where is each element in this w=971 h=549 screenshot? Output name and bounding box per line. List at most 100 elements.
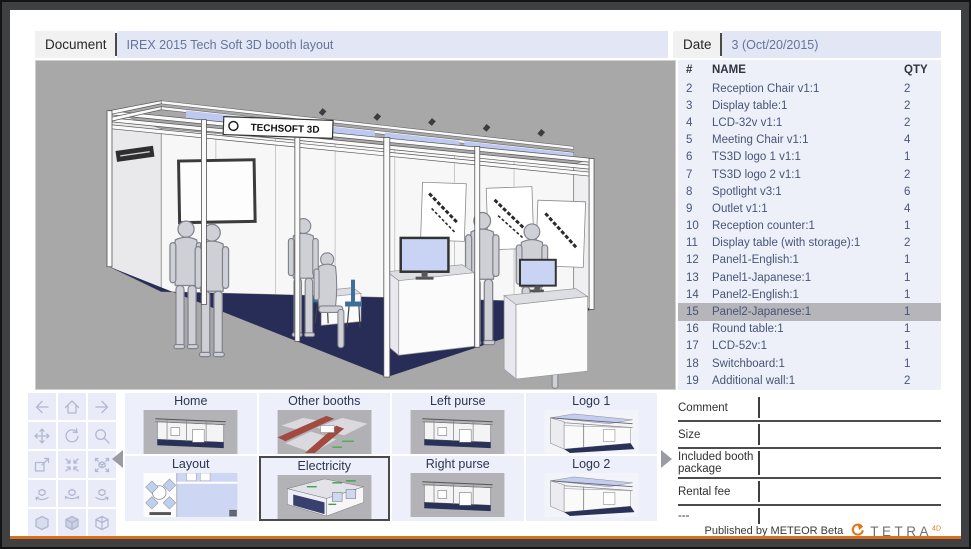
pan-button[interactable] — [28, 422, 56, 449]
part-name: Display table:1 — [712, 99, 788, 112]
form-row: Rental fee — [678, 479, 941, 506]
table-row[interactable]: 5 Meeting Chair v1:1 4 — [678, 132, 941, 149]
spin-left-button[interactable] — [28, 480, 56, 507]
part-name: Panel2-Japanese:1 — [712, 306, 812, 319]
row-number: 15 — [686, 306, 699, 319]
part-qty: 4 — [904, 202, 911, 215]
table-row[interactable]: 14 Panel2-English:1 1 — [678, 286, 941, 303]
table-row[interactable]: 6 TS3D logo 1 v1:1 1 — [678, 149, 941, 166]
zoom-window-icon — [32, 455, 52, 475]
part-qty: 2 — [904, 374, 911, 387]
part-qty: 1 — [904, 220, 911, 233]
part-qty: 6 — [904, 185, 911, 198]
row-number: 6 — [686, 151, 693, 164]
thumbnail-label: Left purse — [429, 394, 486, 408]
part-name: Spotlight v3:1 — [712, 185, 782, 198]
table-header-row: # NAME QTY — [678, 60, 941, 80]
part-qty: 2 — [904, 82, 911, 95]
table-row[interactable]: 2 Reception Chair v1:1 2 — [678, 80, 941, 97]
view-thumbnail-home[interactable]: Home — [125, 393, 257, 454]
table-row[interactable]: 8 Spotlight v3:1 6 — [678, 183, 941, 200]
form-field-value[interactable] — [758, 424, 941, 445]
form-field-value[interactable] — [758, 508, 941, 524]
table-row[interactable]: 19 Additional wall:1 2 — [678, 372, 941, 389]
part-qty: 1 — [904, 340, 911, 353]
prev-view-button[interactable] — [28, 393, 56, 420]
table-row[interactable]: 10 Reception counter:1 1 — [678, 218, 941, 235]
form-row: Comment — [678, 395, 941, 422]
part-name: Switchboard:1 — [712, 357, 785, 370]
form-field-value[interactable] — [758, 451, 941, 475]
viewport-3d[interactable]: TECHSOFT 3D — [35, 60, 676, 390]
render-solid-button[interactable] — [28, 509, 56, 536]
arrow-right-icon — [92, 397, 112, 417]
row-number: 19 — [686, 374, 699, 387]
thumbnail-label: Right purse — [425, 457, 490, 471]
date-value[interactable]: 3 (Oct/20/2015) — [721, 31, 941, 58]
table-row[interactable]: 11 Display table (with storage):1 2 — [678, 235, 941, 252]
part-qty: 1 — [904, 306, 911, 319]
view-thumbnail-right-purse[interactable]: Right purse — [392, 456, 524, 521]
part-name: Meeting Chair v1:1 — [712, 134, 809, 147]
zoom-button[interactable] — [88, 422, 116, 449]
layout-2d-thumb — [141, 473, 240, 517]
parts-table-body: 2 Reception Chair v1:1 2 3 Display table:1 2 4… — [678, 80, 941, 389]
part-qty: 2 — [904, 168, 911, 181]
table-row[interactable]: 16 Round table:1 1 — [678, 321, 941, 338]
view-thumbnail-electricity[interactable]: Electricity — [258, 456, 390, 521]
part-qty: 1 — [904, 357, 911, 370]
spin-right-button[interactable] — [88, 480, 116, 507]
document-title-value[interactable]: IREX 2015 Tech Soft 3D booth layout — [116, 31, 668, 58]
view-thumbnail-logo-2[interactable]: Logo 2 — [525, 456, 657, 521]
rotate-icon — [62, 426, 82, 446]
zoom-fit-button[interactable] — [58, 451, 86, 478]
part-qty: 1 — [904, 271, 911, 284]
table-row[interactable]: 4 LCD-32v v1:1 2 — [678, 114, 941, 131]
thumbnail-label: Electricity — [297, 459, 351, 473]
view-thumbnails: Home Other booths Left purse Logo 1 Layout El… — [125, 393, 657, 521]
table-row[interactable]: 7 TS3D logo 2 v1:1 2 — [678, 166, 941, 183]
view-thumbnail-other-booths[interactable]: Other booths — [258, 393, 390, 454]
booth-banner: TECHSOFT 3D — [222, 116, 334, 139]
table-row[interactable]: 3 Display table:1 2 — [678, 97, 941, 114]
booth-thumb — [408, 410, 507, 454]
thumbnail-label: Layout — [171, 457, 210, 471]
table-row[interactable]: 15 Panel2-Japanese:1 1 — [678, 303, 941, 321]
next-view-button[interactable] — [88, 393, 116, 420]
table-row[interactable]: 9 Outlet v1:1 4 — [678, 200, 941, 217]
table-row[interactable]: 12 Panel1-English:1 1 — [678, 252, 941, 269]
view-thumbnail-left-purse[interactable]: Left purse — [392, 393, 524, 454]
part-qty: 1 — [904, 151, 911, 164]
row-number: 11 — [686, 237, 698, 250]
thumbnail-label: Logo 2 — [572, 457, 611, 471]
booth-thumb — [141, 410, 240, 454]
cube-solid-icon — [32, 513, 52, 533]
row-number: 16 — [686, 323, 699, 336]
view-thumbnail-logo-1[interactable]: Logo 1 — [525, 393, 657, 454]
cube-wireframe-icon — [92, 513, 112, 533]
carousel-prev-arrow-icon[interactable] — [112, 450, 123, 468]
carousel-next-arrow-icon[interactable] — [661, 450, 672, 468]
part-qty: 1 — [904, 323, 911, 336]
electricity-thumb — [275, 475, 374, 519]
row-number: 9 — [686, 202, 693, 215]
render-shaded-button[interactable] — [58, 509, 86, 536]
spin-down-button[interactable] — [58, 480, 86, 507]
form-field-value[interactable] — [758, 481, 941, 502]
arrows-inward-icon — [62, 455, 82, 475]
zoom-window-button[interactable] — [28, 451, 56, 478]
date-field: Date 3 (Oct/20/2015) — [673, 31, 941, 58]
table-row[interactable]: 17 LCD-52v:1 1 — [678, 338, 941, 355]
orbit-button[interactable] — [58, 422, 86, 449]
form-field-value[interactable] — [758, 397, 941, 418]
render-wireframe-button[interactable] — [88, 509, 116, 536]
col-qty: QTY — [904, 64, 928, 76]
home-view-button[interactable] — [58, 393, 86, 420]
cube-orbit-right-icon — [92, 484, 112, 504]
table-row[interactable]: 18 Switchboard:1 1 — [678, 355, 941, 372]
part-name: Panel1-English:1 — [712, 254, 799, 267]
view-thumbnail-layout[interactable]: Layout — [125, 456, 257, 521]
row-number: 3 — [686, 99, 693, 112]
thumbnail-label: Home — [174, 394, 208, 408]
table-row[interactable]: 13 Panel1-Japanese:1 1 — [678, 269, 941, 286]
